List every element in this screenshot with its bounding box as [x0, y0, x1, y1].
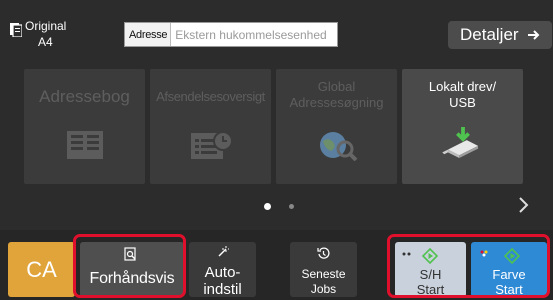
address-input[interactable] [171, 23, 337, 46]
pager-dot[interactable] [289, 204, 294, 209]
address-field[interactable]: Adresse [124, 22, 338, 47]
original-size-value: A4 [38, 35, 53, 49]
original-label: Original [25, 19, 67, 33]
tile-label-line2: USB [449, 95, 476, 110]
auto-set-button[interactable]: Auto- indstil [189, 242, 256, 298]
recent-jobs-line2: Jobs [310, 282, 337, 296]
send-history-icon [191, 131, 233, 159]
auto-set-icon [218, 246, 229, 257]
tile-local-drive-usb[interactable]: Lokalt drev/ USB [402, 69, 523, 184]
auto-set-line2: indstil [203, 281, 242, 298]
history-icon [317, 247, 330, 259]
tile-label-line1: Global [317, 79, 356, 94]
auto-set-line1: Auto- [204, 264, 241, 281]
address-book-icon [67, 131, 103, 159]
recent-jobs-button[interactable]: Seneste Jobs [290, 242, 357, 297]
tile-label-line2: Adressesøgning [289, 95, 384, 110]
start-highlight [387, 234, 550, 298]
details-label: Detaljer [460, 25, 519, 44]
tile-label-line1: Lokalt drev/ [428, 79, 497, 94]
top-bar: Original A4 Adresse Detaljer [0, 0, 553, 62]
tile-label: Adressebog [39, 87, 130, 106]
address-label: Adresse [125, 23, 172, 46]
tile-address-book[interactable]: Adressebog [24, 69, 145, 184]
tile-send-history[interactable]: Afsendelsesoversigt [150, 69, 271, 184]
clear-all-label: CA [26, 256, 57, 282]
usb-drive-icon [442, 127, 479, 159]
clear-all-button[interactable]: CA [8, 242, 75, 297]
tile-global-address-search[interactable]: Global Adressesøgning [276, 69, 397, 184]
pager-dot-active[interactable] [264, 203, 271, 210]
original-document-icon [10, 23, 22, 37]
destination-panel: Adressebog Afsendelsesoversigt Global Ad… [12, 62, 542, 230]
tile-label: Afsendelsesoversigt [156, 89, 265, 104]
recent-jobs-line1: Seneste [301, 267, 346, 281]
global-search-icon [320, 132, 358, 161]
preview-highlight [73, 234, 186, 298]
chevron-right-icon[interactable] [518, 196, 530, 214]
details-button[interactable]: Detaljer [448, 21, 552, 49]
arrow-right-icon [527, 30, 540, 40]
